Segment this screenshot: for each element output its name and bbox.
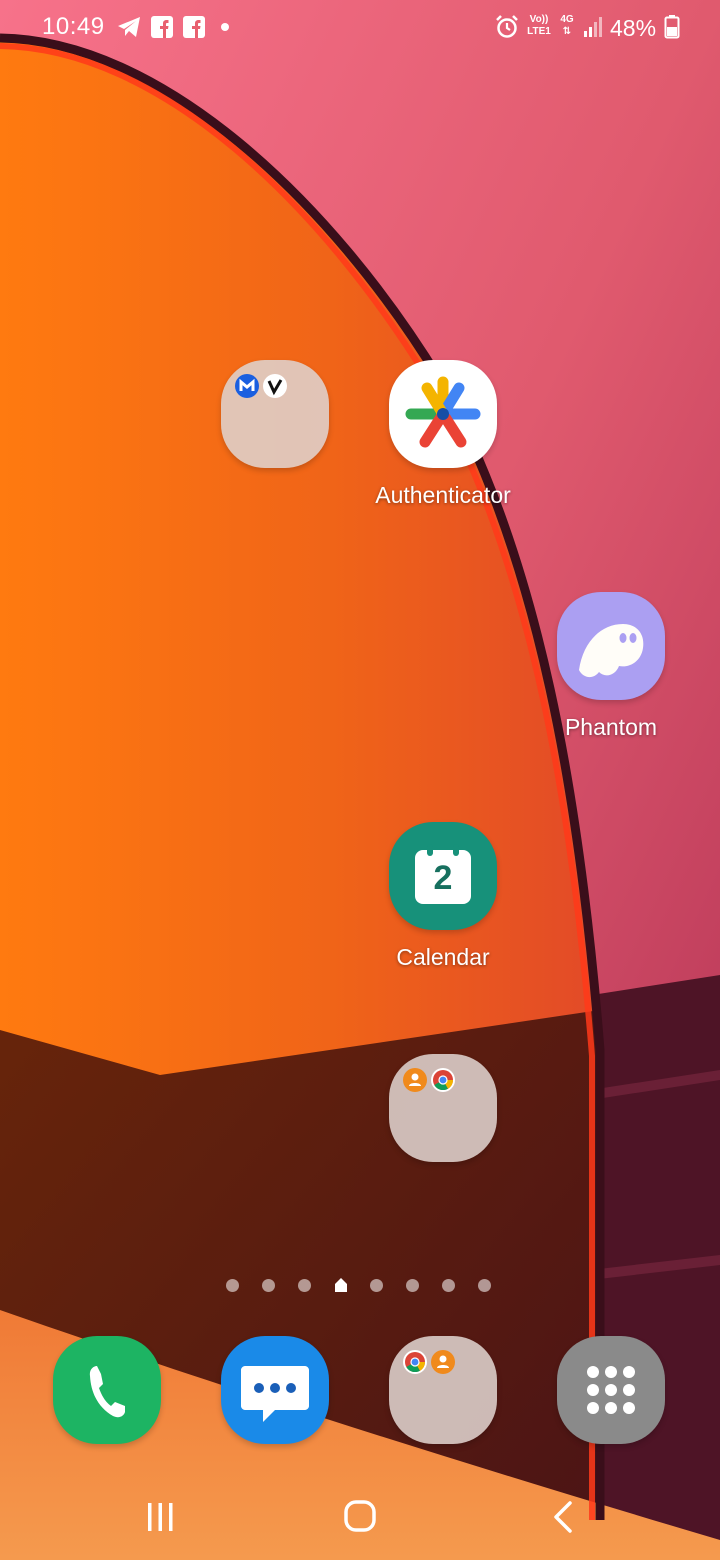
folder-malwarebytes[interactable]	[190, 360, 360, 482]
recent-apps-icon[interactable]	[130, 1494, 190, 1540]
phantom-ghost-icon	[557, 592, 665, 700]
contacts-icon	[403, 1068, 427, 1092]
app-phantom[interactable]: Phantom	[526, 592, 696, 741]
messages-icon	[221, 1336, 329, 1444]
page-indicator[interactable]	[222, 1276, 502, 1294]
page-dot[interactable]	[262, 1279, 275, 1292]
dock-apps-drawer[interactable]	[526, 1336, 696, 1458]
status-bar: 10:49 Vo)) LTE1 4G ⇅ 48%	[0, 0, 720, 56]
alarm-icon	[496, 15, 518, 38]
folder-icon	[389, 1336, 497, 1444]
page-dot[interactable]	[370, 1279, 383, 1292]
notification-dot-icon	[221, 23, 229, 31]
chrome-icon	[431, 1068, 455, 1092]
folder-contacts-chrome[interactable]	[358, 1054, 528, 1176]
app-label: Calendar	[396, 944, 490, 970]
telegram-icon	[118, 17, 140, 37]
app-label: Authenticator	[375, 482, 511, 508]
home-screen: 10:49 Vo)) LTE1 4G ⇅ 48% Authenticator P…	[0, 0, 720, 1560]
v-app-icon	[263, 374, 287, 398]
dock-messages[interactable]	[190, 1336, 360, 1458]
dock-phone[interactable]	[22, 1336, 192, 1458]
calendar-icon: 2	[389, 822, 497, 930]
chrome-icon	[403, 1350, 427, 1374]
folder-icon	[221, 360, 329, 468]
status-time: 10:49	[42, 13, 105, 40]
contacts-icon	[431, 1350, 455, 1374]
navigation-bar	[0, 1480, 720, 1560]
app-authenticator[interactable]: Authenticator	[358, 360, 528, 509]
battery-icon	[664, 15, 680, 39]
page-dot[interactable]	[406, 1279, 419, 1292]
page-dot[interactable]	[298, 1279, 311, 1292]
page-dot[interactable]	[478, 1279, 491, 1292]
volte-icon: Vo)) LTE1	[527, 14, 551, 37]
4g-icon: 4G ⇅	[560, 14, 574, 37]
signal-icon	[584, 17, 602, 37]
back-icon[interactable]	[534, 1494, 594, 1540]
authenticator-icon	[389, 360, 497, 468]
facebook-icon	[183, 16, 205, 38]
app-label: Phantom	[564, 714, 658, 740]
dock-folder-chrome-contacts[interactable]	[358, 1336, 528, 1458]
phone-icon	[53, 1336, 161, 1444]
page-dot[interactable]	[226, 1279, 239, 1292]
battery-percent: 48%	[610, 15, 657, 41]
facebook-icon	[151, 16, 173, 38]
calendar-day: 2	[433, 859, 453, 897]
wallpaper	[0, 0, 720, 1560]
malwarebytes-icon	[235, 374, 259, 398]
apps-grid-icon	[557, 1336, 665, 1444]
app-calendar[interactable]: 2 Calendar	[358, 822, 528, 971]
home-button-icon[interactable]	[330, 1494, 390, 1540]
folder-icon	[389, 1054, 497, 1162]
home-page-indicator-icon[interactable]	[334, 1277, 348, 1293]
page-dot[interactable]	[442, 1279, 455, 1292]
